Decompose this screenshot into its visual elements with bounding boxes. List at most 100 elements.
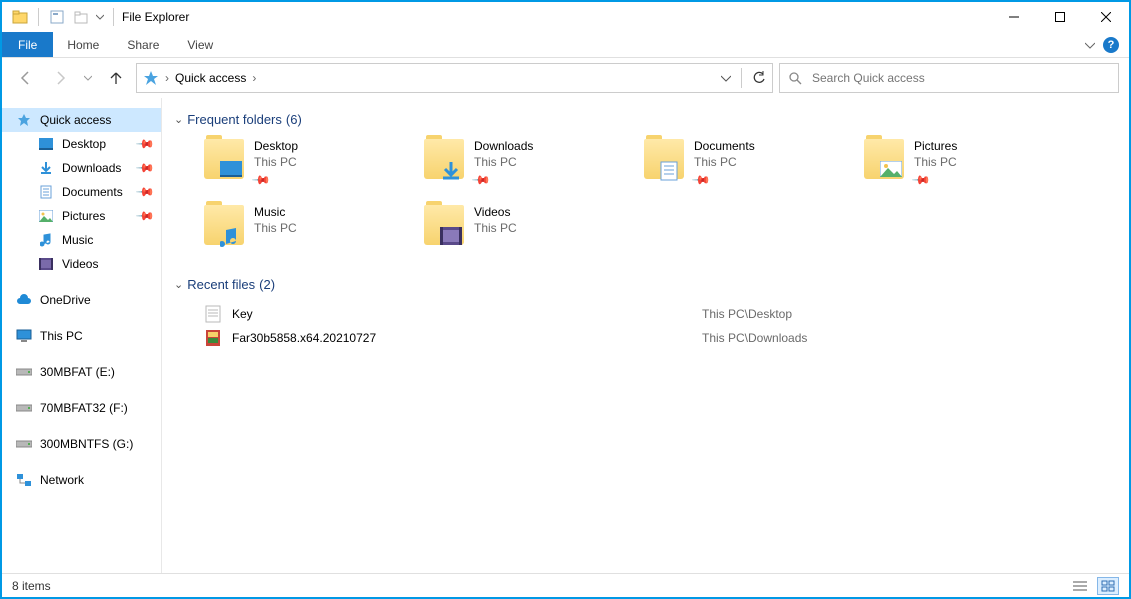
back-button[interactable] <box>12 64 40 92</box>
sidebar-item-label: OneDrive <box>40 293 91 307</box>
drive-icon <box>16 400 32 416</box>
folder-name: Videos <box>474 205 517 219</box>
forward-button[interactable] <box>46 64 74 92</box>
breadcrumb-quick-access[interactable]: Quick access <box>175 71 246 85</box>
up-button[interactable] <box>102 64 130 92</box>
sidebar-item-label: Desktop <box>62 137 106 151</box>
file-name: Key <box>232 307 692 321</box>
search-input[interactable] <box>810 70 1110 86</box>
sidebar-item-downloads[interactable]: Downloads 📌 <box>2 156 161 180</box>
search-icon <box>788 71 802 85</box>
sidebar-item-label: Network <box>40 473 84 487</box>
folder-tile-pictures[interactable]: Pictures This PC📌 <box>864 137 1064 193</box>
group-header-frequent[interactable]: ⌄ Frequent folders (6) <box>174 112 1117 127</box>
sidebar-item-label: Music <box>62 233 93 247</box>
folder-tile-desktop[interactable]: Desktop This PC📌 <box>204 137 404 193</box>
sidebar-item-label: 70MBFAT32 (F:) <box>40 401 128 415</box>
navigation-row: › Quick access › <box>2 58 1129 98</box>
folder-icon <box>644 139 684 179</box>
file-path: This PC\Downloads <box>702 331 807 345</box>
file-icon <box>204 329 222 347</box>
separator <box>113 8 114 26</box>
folder-name: Documents <box>694 139 755 153</box>
sidebar-item-label: Videos <box>62 257 98 271</box>
address-bar[interactable]: › Quick access › <box>136 63 773 93</box>
folder-location: This PC <box>914 155 957 169</box>
star-icon <box>16 112 32 128</box>
qat-customize-icon[interactable] <box>93 6 107 28</box>
sidebar-item-drive-f[interactable]: 70MBFAT32 (F:) <box>2 396 161 420</box>
pin-icon: 📌 <box>135 158 155 178</box>
file-path: This PC\Desktop <box>702 307 792 321</box>
chevron-right-icon: › <box>165 71 169 85</box>
group-title: Frequent folders <box>187 112 282 127</box>
file-name: Far30b5858.x64.20210727 <box>232 331 692 345</box>
folder-tile-music[interactable]: Music This PC <box>204 203 404 259</box>
recent-file-row[interactable]: Key This PC\Desktop <box>204 302 1117 326</box>
file-icon <box>204 305 222 323</box>
cloud-icon <box>16 292 32 308</box>
folder-name: Desktop <box>254 139 298 153</box>
folder-location: This PC <box>254 221 297 235</box>
monitor-icon <box>16 328 32 344</box>
qat-properties-icon[interactable] <box>45 6 69 28</box>
sidebar-item-label: Documents <box>62 185 123 199</box>
group-title: Recent files <box>187 277 255 292</box>
recent-file-row[interactable]: Far30b5858.x64.20210727 This PC\Downloads <box>204 326 1117 350</box>
minimize-button[interactable] <box>991 2 1037 32</box>
sidebar-item-quick-access[interactable]: Quick access <box>2 108 161 132</box>
folder-location: This PC <box>474 155 533 169</box>
sidebar-item-music[interactable]: Music <box>2 228 161 252</box>
file-menu[interactable]: File <box>2 32 53 57</box>
sidebar-item-label: Quick access <box>40 113 111 127</box>
explorer-app-icon[interactable] <box>8 6 32 28</box>
document-icon <box>38 184 54 200</box>
title-bar: File Explorer <box>2 2 1129 32</box>
status-item-count: 8 items <box>12 579 51 593</box>
refresh-button[interactable] <box>752 71 766 85</box>
group-header-recent[interactable]: ⌄ Recent files (2) <box>174 277 1117 292</box>
folder-name: Music <box>254 205 297 219</box>
view-details-button[interactable] <box>1069 577 1091 595</box>
help-button[interactable]: ? <box>1103 37 1119 53</box>
pin-icon: 📌 <box>911 170 931 190</box>
sidebar-item-desktop[interactable]: Desktop 📌 <box>2 132 161 156</box>
search-box[interactable] <box>779 63 1119 93</box>
folder-location: This PC <box>254 155 298 169</box>
folder-name: Pictures <box>914 139 957 153</box>
maximize-button[interactable] <box>1037 2 1083 32</box>
ribbon-expand-icon[interactable] <box>1085 40 1095 50</box>
tab-share[interactable]: Share <box>113 32 173 57</box>
recent-locations-button[interactable] <box>80 64 96 92</box>
sidebar-item-drive-e[interactable]: 30MBFAT (E:) <box>2 360 161 384</box>
sidebar-item-this-pc[interactable]: This PC <box>2 324 161 348</box>
sidebar-item-drive-g[interactable]: 300MBNTFS (G:) <box>2 432 161 456</box>
pictures-icon <box>38 208 54 224</box>
folder-tile-documents[interactable]: DocumentsThis PC📌 <box>644 137 844 193</box>
music-icon <box>38 232 54 248</box>
tab-home[interactable]: Home <box>53 32 113 57</box>
folder-icon <box>864 139 904 179</box>
sidebar-item-label: 30MBFAT (E:) <box>40 365 115 379</box>
sidebar-item-videos[interactable]: Videos <box>2 252 161 276</box>
sidebar-item-documents[interactable]: Documents 📌 <box>2 180 161 204</box>
sidebar-item-pictures[interactable]: Pictures 📌 <box>2 204 161 228</box>
folder-tile-downloads[interactable]: DownloadsThis PC📌 <box>424 137 624 193</box>
pin-icon: 📌 <box>251 170 271 190</box>
sidebar-item-label: Pictures <box>62 209 105 223</box>
desktop-icon <box>38 136 54 152</box>
sidebar-item-network[interactable]: Network <box>2 468 161 492</box>
folder-icon <box>424 139 464 179</box>
tab-view[interactable]: View <box>173 32 227 57</box>
close-button[interactable] <box>1083 2 1129 32</box>
sidebar-item-onedrive[interactable]: OneDrive <box>2 288 161 312</box>
pin-icon: 📌 <box>691 170 711 190</box>
navigation-pane: Quick access Desktop 📌 Downloads 📌 Docum… <box>2 98 162 573</box>
folder-tile-videos[interactable]: VideosThis PC <box>424 203 624 259</box>
qat-new-folder-icon[interactable] <box>69 6 93 28</box>
view-large-icons-button[interactable] <box>1097 577 1119 595</box>
ribbon-tabs: File Home Share View ? <box>2 32 1129 58</box>
address-dropdown-icon[interactable] <box>721 73 731 83</box>
sidebar-item-label: Downloads <box>62 161 121 175</box>
drive-icon <box>16 436 32 452</box>
